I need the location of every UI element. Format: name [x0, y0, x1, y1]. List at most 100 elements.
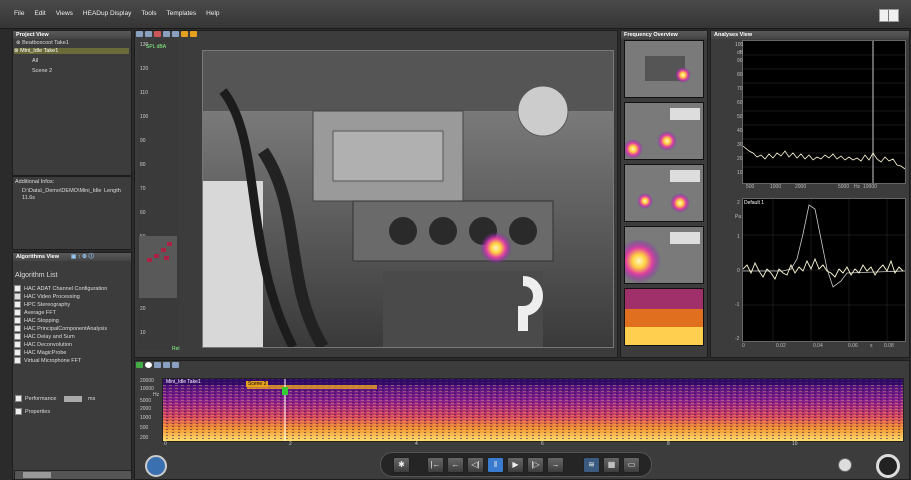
freq-tick: 10000	[140, 386, 154, 392]
record-circle-icon[interactable]	[145, 362, 152, 368]
algorithm-item[interactable]: HAC Delay and Sum	[14, 333, 75, 340]
record-icon[interactable]	[154, 31, 161, 37]
overlay2-icon[interactable]	[190, 31, 197, 37]
algorithm-item[interactable]: HAC MagicProbe	[14, 349, 67, 356]
prev-frame-icon[interactable]: ◁|	[467, 457, 484, 473]
camera-icon[interactable]	[172, 31, 179, 37]
take-label: Mini_Idle Take1	[166, 379, 201, 385]
checkbox[interactable]	[14, 349, 21, 356]
checkbox[interactable]	[14, 301, 21, 308]
scene-label[interactable]: Scene 2	[246, 381, 269, 387]
save-icon[interactable]	[136, 31, 143, 37]
waveform-view-icon[interactable]: ≋	[583, 457, 600, 473]
menu-help[interactable]: Help	[206, 10, 219, 17]
menu-headup-display[interactable]: HEADup Display	[83, 10, 131, 17]
horizontal-scrollbar[interactable]	[14, 470, 132, 480]
algorithm-item[interactable]: HAC ADAT Channel Configuration	[14, 285, 107, 292]
window-layout-icon[interactable]	[879, 9, 899, 22]
x-tick: 0	[742, 343, 745, 349]
rel-label: Rel	[172, 346, 180, 352]
menu-tools[interactable]: Tools	[141, 10, 156, 17]
frequency-thumbnail[interactable]	[624, 40, 704, 98]
project-item-mini-idle[interactable]: ⊗ Mini_Idle Take1	[14, 48, 129, 54]
checkbox-checked[interactable]	[14, 333, 21, 340]
marker-icon[interactable]	[163, 362, 170, 368]
scale-tick: 20	[140, 306, 146, 312]
project-item-all[interactable]: All	[32, 58, 38, 64]
play-icon[interactable]: ▶	[507, 457, 524, 473]
project-item-beatbox[interactable]: ⊗ Beatboxcoot Take1	[16, 40, 128, 46]
algorithm-item[interactable]: HAC Deconvolution	[14, 341, 72, 348]
engine-video-image[interactable]	[202, 50, 614, 348]
sensor-icon[interactable]	[838, 458, 852, 472]
freq-tick: 500	[140, 425, 149, 431]
video-toolbar	[136, 31, 256, 39]
checkbox-checked[interactable]	[14, 357, 21, 364]
zoom-icon[interactable]	[145, 31, 152, 37]
loop-icon[interactable]: ✱	[393, 457, 410, 473]
checkbox[interactable]	[14, 285, 21, 292]
checkbox[interactable]	[14, 317, 21, 324]
go-end-icon[interactable]: →	[547, 457, 564, 473]
step-back-icon[interactable]: ←	[447, 457, 464, 473]
spl-scale: 130 120 110 100 90 80 70 60 50 40 30 20 …	[137, 40, 179, 350]
project-view-title: Project View	[13, 31, 131, 39]
frequency-thumbnail[interactable]	[624, 288, 704, 346]
go-start-icon[interactable]: |←	[427, 457, 444, 473]
x-tick: 0.08	[884, 343, 894, 349]
algorithm-toolbar-icons[interactable]: ▣ ↕ ⚙ ⓘ	[71, 254, 94, 260]
freq-tick: 1000	[140, 415, 152, 421]
frequency-thumbnail[interactable]	[624, 102, 704, 160]
settings-icon[interactable]	[154, 362, 161, 368]
time-tick: 10	[792, 441, 798, 447]
app-logo-icon[interactable]	[145, 455, 167, 477]
performance-field[interactable]	[64, 395, 83, 402]
algorithm-list-title: Algorithm List	[15, 272, 58, 279]
spectrogram-icon[interactable]	[136, 362, 143, 368]
grid-view-icon[interactable]: ▦	[603, 457, 620, 473]
checkbox-checked[interactable]	[14, 309, 21, 316]
algorithm-item[interactable]: HAC PrincipalComponentAnalysis	[14, 325, 107, 332]
scale-histogram	[139, 236, 177, 298]
project-item-scene2[interactable]: Scene 2	[32, 68, 52, 74]
scale-tick: 100	[140, 114, 149, 120]
checkbox[interactable]	[14, 341, 21, 348]
screen-view-icon[interactable]: ▭	[623, 457, 640, 473]
checkbox-checked[interactable]: ✓	[14, 293, 21, 300]
x-unit: Hz	[854, 184, 861, 190]
algorithm-item[interactable]: ✓ HAC Video Processing	[14, 293, 80, 300]
time-tick: 8	[667, 441, 670, 447]
pause-icon[interactable]: ‖	[487, 457, 504, 473]
next-frame-icon[interactable]: |▷	[527, 457, 544, 473]
algorithm-item[interactable]: HAC Stopping	[14, 317, 59, 324]
y-tick: 0	[737, 268, 740, 274]
properties-checkbox[interactable]	[15, 408, 22, 415]
waveform-graph[interactable]	[742, 198, 906, 342]
freq-tick: 5000	[140, 398, 152, 404]
y-tick: 20	[737, 156, 743, 162]
menu-edit[interactable]: Edit	[34, 10, 45, 17]
spectrogram[interactable]	[162, 378, 904, 442]
analyses-view-title: Analyses View	[711, 31, 909, 39]
grid-icon[interactable]	[163, 31, 170, 37]
algorithm-item[interactable]: Average FFT	[14, 309, 56, 316]
menu-templates[interactable]: Templates	[167, 10, 197, 17]
y-tick: 70	[737, 86, 743, 92]
y-tick: 10	[737, 170, 743, 176]
filter-icon[interactable]	[172, 362, 179, 368]
record-button-icon[interactable]	[876, 454, 900, 478]
frequency-thumbnail[interactable]	[624, 164, 704, 222]
spectrum-graph[interactable]	[742, 40, 906, 184]
performance-checkbox[interactable]	[15, 395, 22, 402]
menu-views[interactable]: Views	[56, 10, 73, 17]
algorithm-item[interactable]: HPC Stereography	[14, 301, 70, 308]
algorithm-item[interactable]: Virtual Microphone FFT	[14, 357, 81, 364]
frequency-thumbnail[interactable]	[624, 226, 704, 284]
menu-file[interactable]: File	[14, 10, 24, 17]
x-tick: 500	[746, 184, 755, 190]
checkbox[interactable]	[14, 325, 21, 332]
y-tick: 60	[737, 100, 743, 106]
overlay-icon[interactable]	[181, 31, 188, 37]
y-tick: 2	[737, 200, 740, 206]
info-length-label: Length	[104, 188, 121, 194]
